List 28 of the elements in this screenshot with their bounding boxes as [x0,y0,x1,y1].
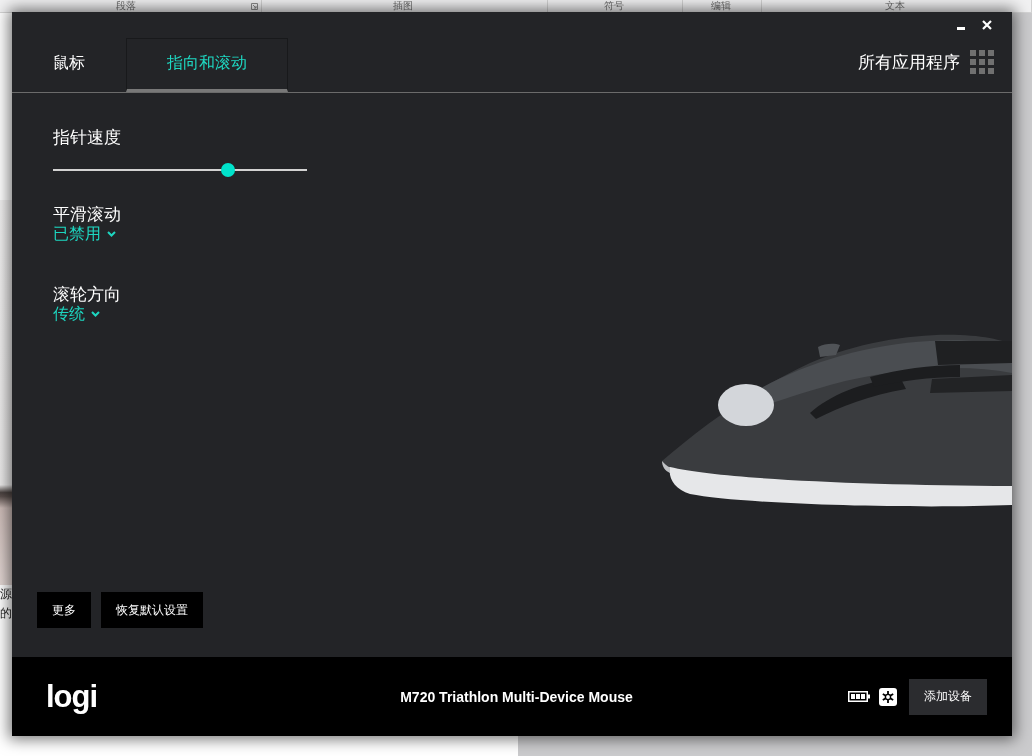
asterisk-icon [879,687,897,706]
ribbon-group-label: 文本 [884,0,906,12]
dropdown[interactable]: 已禁用 [53,224,116,244]
tab[interactable]: 指向和滚动 [126,38,288,92]
add-device-button[interactable]: 添加设备 [909,678,987,715]
ribbon-group-label: 段落 [114,0,137,12]
setting-label: 平滑滚动 [53,204,122,224]
apps-grid-icon [970,50,994,74]
device-name: M720 Triathlon Multi-Device Mouse [400,688,633,705]
all-apps-button[interactable]: 所有应用程序 [858,50,994,74]
logo: logi [46,678,98,714]
setting-label: 指针速度 [53,127,122,147]
close-icon[interactable] [982,20,992,30]
ribbon-group-label: 插图 [392,0,414,12]
document-text: 的 [0,605,12,622]
ribbon-group-label: 符号 [602,0,625,12]
setting-label: 滚轮方向 [53,284,122,304]
action-button[interactable]: 恢复默认设置 [101,592,203,628]
chevron-down-icon [91,311,100,317]
chevron-down-icon [107,231,116,237]
battery-icon [848,691,870,702]
action-button[interactable]: 更多 [37,592,91,628]
tab[interactable]: 鼠标 [12,38,126,92]
ribbon-group-label: 编辑 [709,0,732,12]
slider-thumb[interactable] [221,163,236,177]
document-text: 源 [0,586,12,603]
corner-arrow-icon[interactable] [251,2,258,10]
dropdown[interactable]: 传统 [53,304,100,324]
